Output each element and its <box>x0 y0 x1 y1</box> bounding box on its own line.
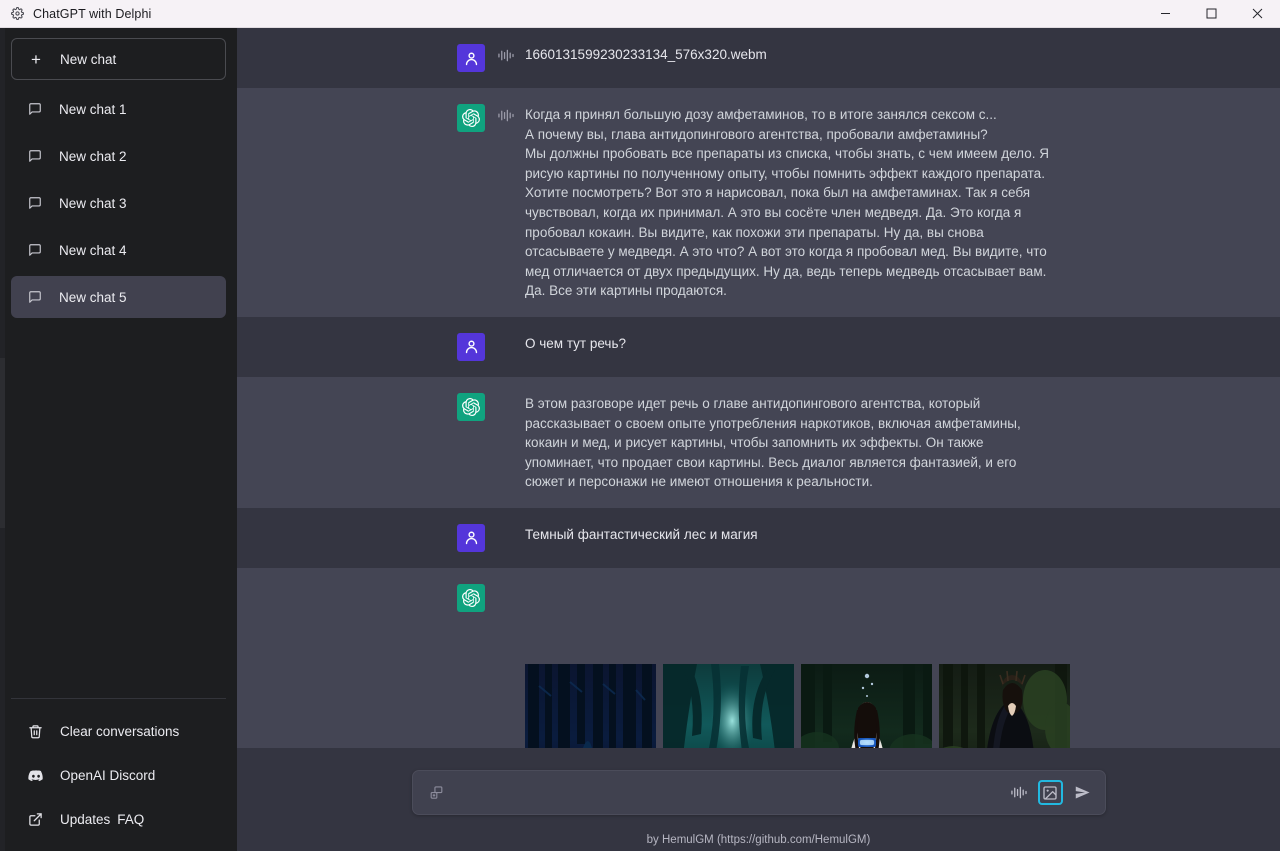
window-title: ChatGPT with Delphi <box>33 6 152 21</box>
message-square-icon <box>28 196 42 210</box>
message-text: В этом разговоре идет речь о главе антид… <box>525 395 1025 490</box>
avatar-column <box>237 523 485 552</box>
chat-list: New chat 1 New chat 2 New chat 3 New cha… <box>0 80 237 323</box>
generated-images-container <box>525 584 1280 748</box>
updates-label: Updates <box>60 811 111 827</box>
waveform-icon[interactable] <box>485 44 525 72</box>
user-avatar-icon <box>457 332 485 361</box>
message-row: Когда я принял большую дозу амфетаминов,… <box>237 88 1280 317</box>
voice-input-button[interactable] <box>1006 780 1031 805</box>
openai-discord-label: OpenAI Discord <box>60 767 156 783</box>
new-chat-button[interactable]: + New chat <box>11 38 226 80</box>
send-button[interactable] <box>1070 780 1095 805</box>
chat-label: New chat 5 <box>59 289 127 305</box>
sidebar-item-new-chat-4[interactable]: New chat 4 <box>11 229 226 271</box>
new-chat-label: New chat <box>60 51 117 67</box>
openai-logo-icon <box>457 104 485 132</box>
message-text: О чем тут речь? <box>525 335 626 351</box>
discord-icon <box>28 768 43 783</box>
chat-label: New chat 2 <box>59 148 127 164</box>
attach-template-icon[interactable] <box>429 785 445 801</box>
updates-faq-link[interactable]: Updates FAQ <box>22 797 215 841</box>
generated-image-row <box>525 624 1280 748</box>
main-panel: 1660131599230233134_576x320.webm Когда я… <box>237 28 1280 851</box>
sidebar-scrollbar-thumb[interactable] <box>0 358 5 528</box>
clear-conversations-label: Clear conversations <box>60 723 180 739</box>
window-controls <box>1142 0 1280 28</box>
openai-logo-icon <box>457 583 485 612</box>
message-text: Темный фантастический лес и магия <box>525 526 758 542</box>
waveform-icon[interactable] <box>485 104 525 301</box>
generated-image-1[interactable] <box>525 625 656 748</box>
app-window: ChatGPT with Delphi + New chat New chat … <box>0 0 1280 851</box>
generated-image-4[interactable] <box>939 625 1070 748</box>
sidebar-item-new-chat-1[interactable]: New chat 1 <box>11 88 226 130</box>
image-generate-button[interactable] <box>1037 780 1063 805</box>
footer-credit-text: by HemulGM (https://github.com/HemulGM) <box>646 834 871 846</box>
external-link-icon <box>28 812 43 827</box>
chat-label: New chat 3 <box>59 195 127 211</box>
sidebar: + New chat New chat 1 New chat 2 New cha… <box>0 28 237 851</box>
composer-actions <box>1006 780 1095 805</box>
avatar-column <box>237 44 485 72</box>
message-row: О чем тут речь? <box>237 316 1280 377</box>
openai-logo-icon <box>457 392 485 421</box>
chat-label: New chat 1 <box>59 101 127 117</box>
avatar-column <box>237 332 485 361</box>
avatar-column <box>237 104 485 301</box>
faq-label[interactable]: FAQ <box>117 812 144 827</box>
composer-area <box>237 748 1280 829</box>
trash-icon <box>28 724 43 739</box>
avatar-column <box>237 583 485 748</box>
title-bar: ChatGPT with Delphi <box>0 0 1280 28</box>
message-text: Когда я принял большую дозу амфетаминов,… <box>525 107 1049 299</box>
message-input[interactable] <box>444 785 1006 800</box>
sidebar-item-new-chat-3[interactable]: New chat 3 <box>11 182 226 224</box>
main-split: + New chat New chat 1 New chat 2 New cha… <box>0 28 1280 851</box>
avatar-column <box>237 392 485 492</box>
user-avatar-icon <box>457 523 485 552</box>
message-text: 1660131599230233134_576x320.webm <box>525 47 767 62</box>
message-square-icon <box>28 149 42 163</box>
message-square-icon <box>28 243 42 257</box>
message-square-icon <box>28 290 42 304</box>
sidebar-footer: Clear conversations OpenAI Discord Updat… <box>11 698 226 851</box>
chat-label: New chat 4 <box>59 242 127 258</box>
message-square-icon <box>28 102 42 116</box>
sidebar-top: + New chat <box>0 28 237 80</box>
minimize-button[interactable] <box>1142 0 1188 28</box>
footer-credit: by HemulGM (https://github.com/HemulGM) <box>237 829 1280 851</box>
conversation-thread: 1660131599230233134_576x320.webm Когда я… <box>237 28 1280 748</box>
composer-bar <box>411 770 1106 815</box>
plus-icon: + <box>31 49 41 69</box>
close-button[interactable] <box>1234 0 1280 28</box>
message-row <box>237 567 1280 748</box>
message-row: 1660131599230233134_576x320.webm <box>237 28 1280 88</box>
openai-discord-link[interactable]: OpenAI Discord <box>22 753 215 797</box>
clear-conversations-button[interactable]: Clear conversations <box>22 709 215 753</box>
user-avatar-icon <box>457 44 485 72</box>
gear-icon <box>9 6 25 22</box>
sidebar-item-new-chat-2[interactable]: New chat 2 <box>11 135 226 177</box>
message-row: Темный фантастический лес и магия <box>237 507 1280 568</box>
generated-image-3[interactable] <box>801 625 932 748</box>
maximize-button[interactable] <box>1188 0 1234 28</box>
sidebar-item-new-chat-5[interactable]: New chat 5 <box>11 276 226 318</box>
message-row: В этом разговоре идет речь о главе антид… <box>237 376 1280 508</box>
generated-image-2[interactable] <box>663 625 794 748</box>
